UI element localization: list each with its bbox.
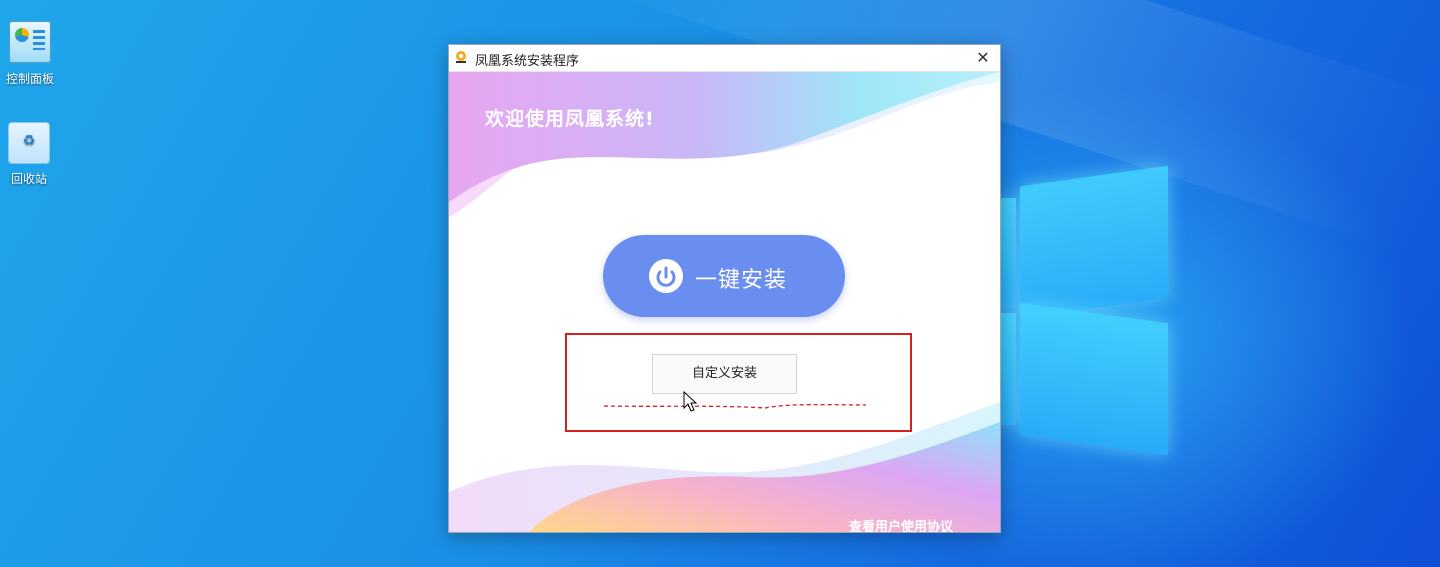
welcome-heading: 欢迎使用凤凰系统! — [485, 108, 655, 130]
mouse-cursor-icon — [683, 391, 698, 412]
windows-logo-pane-top-right — [1020, 165, 1168, 319]
recycle-bin-icon: ♻ — [8, 122, 50, 164]
one-click-install-label: 一键安装 — [695, 268, 788, 293]
power-icon — [649, 259, 683, 293]
desktop-icon-label: 控制面板 — [5, 72, 54, 86]
close-button[interactable]: ✕ — [972, 47, 994, 69]
desktop-icon-label: 回收站 — [10, 172, 47, 186]
control-panel-icon — [8, 20, 52, 64]
app-logo-icon — [456, 51, 466, 63]
windows-logo-pane-bottom-right — [1020, 302, 1168, 456]
user-agreement-link[interactable]: 查看用户使用协议 — [849, 516, 953, 532]
one-click-install-button[interactable]: 一键安装 — [603, 235, 845, 317]
windows-logo-pane-top-left — [1000, 198, 1016, 308]
desktop: 控制面板 ♻ 回收站 凤凰系统安装程序 ✕ 欢迎使用凤凰系统! 一键安装 自定义… — [0, 0, 1440, 567]
installer-content: 欢迎使用凤凰系统! 一键安装 自定义安装 查看用户使用协议 — [449, 72, 1000, 532]
window-title: 凤凰系统安装程序 — [475, 54, 580, 69]
highlight-annotation-box — [565, 333, 912, 432]
title-bar[interactable]: 凤凰系统安装程序 ✕ — [449, 45, 1000, 72]
desktop-icon-control-panel[interactable]: 控制面板 — [0, 20, 62, 87]
desktop-icon-recycle-bin[interactable]: ♻ 回收站 — [0, 122, 61, 187]
windows-logo-pane-bottom-left — [1000, 313, 1016, 425]
installer-window: 凤凰系统安装程序 ✕ 欢迎使用凤凰系统! 一键安装 自定义安装 查看用户使用协议 — [448, 44, 1001, 533]
dashed-underline-annotation — [603, 403, 867, 409]
